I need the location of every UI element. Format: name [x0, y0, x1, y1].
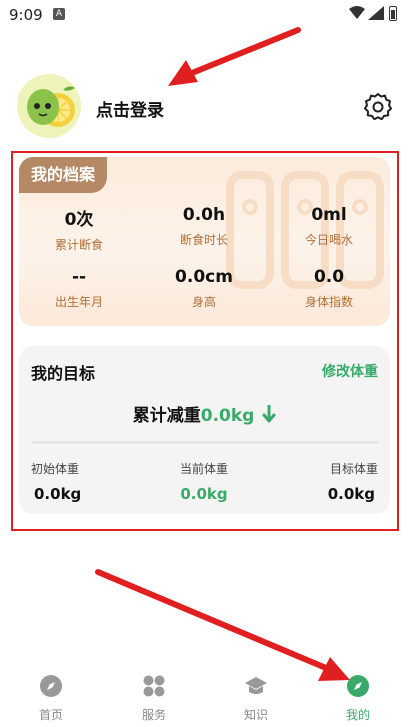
stat-value: 0次 [64, 210, 94, 230]
weight-value: 0.0kg [327, 485, 375, 503]
stat-label: 身体指数 [304, 295, 353, 309]
tab-knowledge[interactable]: 知识 [226, 674, 286, 723]
tab-label: 服务 [141, 708, 166, 722]
tab-services[interactable]: 服务 [124, 674, 184, 723]
stat-water-today: 0ml 今日喝水 [269, 205, 389, 248]
signal-icon [368, 6, 384, 20]
profile-tag[interactable]: 我的档案 [19, 157, 107, 193]
stat-bmi: 0.0 身体指数 [269, 267, 389, 310]
goal-title: 我的目标 [31, 364, 96, 383]
total-value: 0.0kg [200, 406, 255, 426]
stat-label: 累计断食 [54, 238, 103, 252]
stat-value: 0.0 [313, 267, 345, 287]
weight-value: 0.0kg [180, 485, 228, 503]
total-weight-loss: 累计减重0.0kg [19, 401, 390, 426]
arrow-to-login [168, 27, 301, 86]
tab-label: 我的 [345, 708, 370, 722]
compass-icon [40, 675, 62, 697]
stat-height: 0.0cm 身高 [144, 267, 264, 310]
stat-label: 身高 [191, 295, 216, 309]
wifi-icon [349, 6, 365, 19]
stat-label: 出生年月 [54, 295, 103, 309]
stat-label: 断食时长 [179, 233, 228, 247]
stat-birth-date: -- 出生年月 [19, 267, 139, 310]
current-weight: 当前体重 0.0kg [144, 460, 264, 503]
bottom-tab-bar: 首页 服务 知识 我的 [0, 668, 409, 727]
arrow-down-icon [262, 404, 276, 423]
avatar[interactable] [17, 74, 81, 138]
stat-fasting-duration: 0.0h 断食时长 [144, 205, 264, 248]
divider [31, 441, 378, 444]
weight-label: 当前体重 [179, 462, 228, 476]
compass-icon [347, 675, 369, 697]
stat-value: -- [71, 267, 87, 287]
arrow-to-mine-tab [95, 569, 350, 681]
tab-label: 首页 [38, 708, 63, 722]
profile-card: 我的档案 0次 累计断食 0.0h 断食时长 0ml 今日喝水 -- 出生年月 … [19, 157, 390, 326]
total-label: 累计减重 [132, 406, 201, 426]
weight-label: 目标体重 [329, 462, 378, 476]
stat-value: 0.0cm [175, 267, 233, 287]
status-bar: 9:09 A [0, 0, 409, 30]
target-weight: 目标体重 0.0kg [258, 460, 378, 503]
tab-mine[interactable]: 我的 [328, 674, 388, 723]
initial-weight: 初始体重 0.0kg [31, 460, 151, 503]
weight-label: 初始体重 [31, 462, 80, 476]
stat-value: 0.0h [182, 205, 226, 225]
tab-label: 知识 [243, 708, 268, 722]
graduation-cap-icon [245, 677, 267, 694]
status-time: 9:09 [9, 6, 43, 24]
gear-icon[interactable] [364, 92, 392, 120]
goal-card: 我的目标 修改体重 累计减重0.0kg 初始体重 0.0kg 当前体重 0.0k… [19, 346, 390, 514]
notification-icon: A [53, 8, 65, 20]
battery-icon [389, 6, 397, 21]
stat-value: 0ml [311, 205, 347, 225]
lemon-avatar-icon [27, 86, 75, 127]
tab-home[interactable]: 首页 [21, 674, 81, 723]
stat-label: 今日喝水 [304, 233, 353, 247]
stat-fasting-count: 0次 累计断食 [19, 205, 139, 253]
weight-value: 0.0kg [34, 485, 82, 503]
grid-icon [143, 675, 165, 697]
login-link[interactable]: 点击登录 [96, 96, 164, 121]
edit-weight-button[interactable]: 修改体重 [322, 361, 378, 381]
